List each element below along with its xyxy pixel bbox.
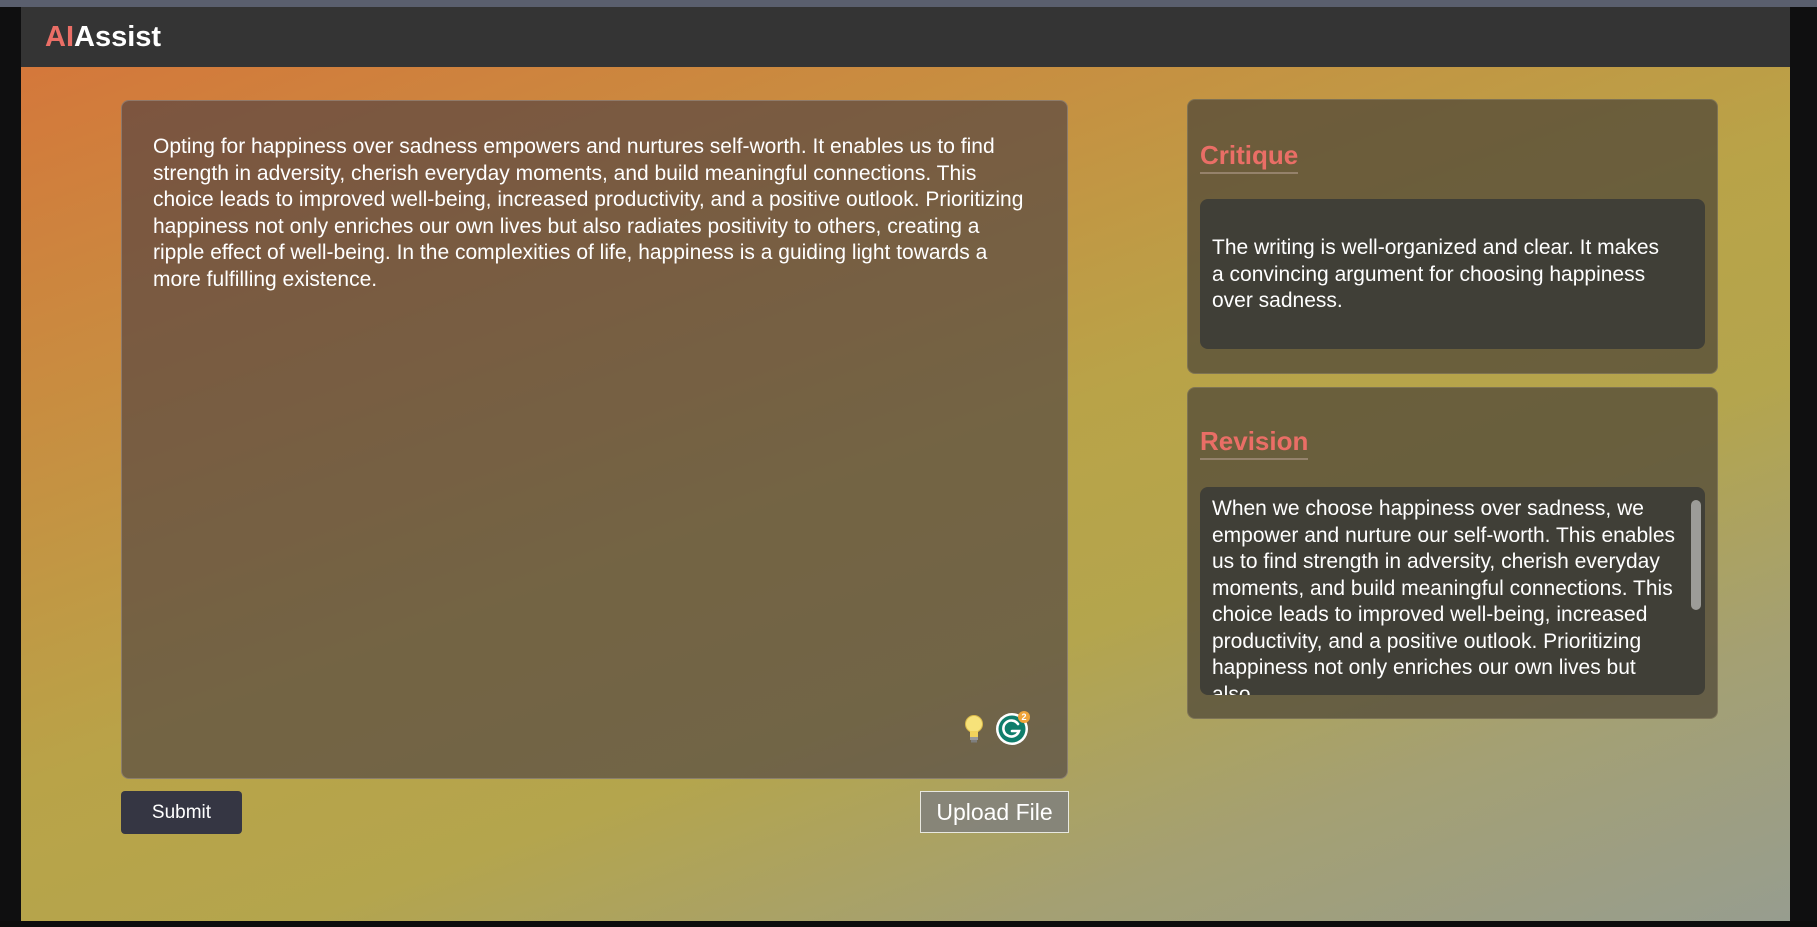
- brand-logo[interactable]: AIAssist: [45, 21, 161, 54]
- brand-prefix: AI: [45, 20, 74, 53]
- top-border: [0, 0, 1817, 7]
- revision-text-box[interactable]: When we choose happiness over sadness, w…: [1200, 487, 1705, 695]
- revision-title: Revision: [1200, 426, 1309, 460]
- critique-text-box: The writing is well-organized and clear.…: [1200, 199, 1705, 349]
- lightbulb-icon[interactable]: [964, 714, 984, 746]
- window-frame: AIAssist Opting for happiness over sadne…: [0, 0, 1817, 927]
- critique-panel: Critique The writing is well-organized a…: [1187, 99, 1718, 374]
- grammarly-badge-count: 2: [1021, 712, 1026, 722]
- revision-panel: Revision When we choose happiness over s…: [1187, 387, 1718, 719]
- grammarly-icon[interactable]: 2: [995, 710, 1031, 746]
- critique-title: Critique: [1200, 140, 1299, 174]
- critique-text: The writing is well-organized and clear.…: [1212, 236, 1660, 312]
- essay-text-area[interactable]: Opting for happiness over sadness empowe…: [121, 100, 1068, 779]
- revision-text: When we choose happiness over sadness, w…: [1212, 497, 1676, 695]
- upload-file-button[interactable]: Upload File: [920, 791, 1069, 833]
- revision-scrollbar[interactable]: [1691, 500, 1701, 610]
- submit-button[interactable]: Submit: [121, 791, 242, 834]
- app-container: AIAssist Opting for happiness over sadne…: [21, 7, 1790, 921]
- brand-suffix: Assist: [74, 20, 162, 53]
- navbar: AIAssist: [21, 7, 1790, 67]
- bottom-border: [0, 921, 1817, 927]
- essay-text[interactable]: Opting for happiness over sadness empowe…: [153, 134, 1027, 293]
